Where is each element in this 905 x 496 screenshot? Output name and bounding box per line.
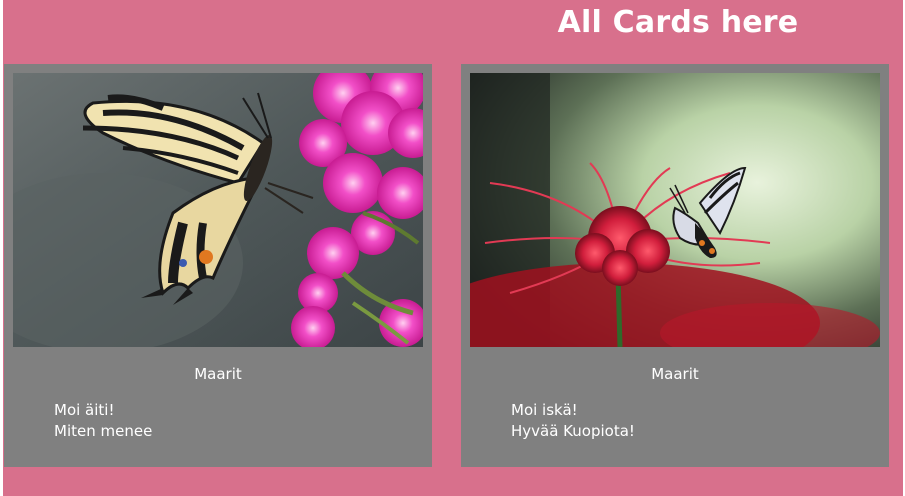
card-message-line: Moi äiti! — [54, 401, 115, 419]
card[interactable]: Maarit Moi iskä! Hyvää Kuopiota! — [461, 64, 889, 467]
card-author: Maarit — [194, 365, 242, 383]
page-title: All Cards here — [557, 5, 799, 40]
card-author: Maarit — [651, 365, 699, 383]
card-message-line: Moi iskä! — [511, 401, 578, 419]
card[interactable]: Maarit Moi äiti! Miten menee — [4, 64, 432, 467]
card-message: Moi äiti! Miten menee — [54, 400, 152, 442]
card-message-line: Hyvää Kuopiota! — [511, 422, 635, 440]
card-image-butterfly-red-lily — [470, 73, 880, 347]
card-message: Moi iskä! Hyvää Kuopiota! — [511, 400, 635, 442]
card-image-butterfly-pink-flowers — [13, 73, 423, 347]
card-message-line: Miten menee — [54, 422, 153, 440]
page-background: All Cards here Maarit Moi äiti! Miten me… — [3, 0, 903, 496]
